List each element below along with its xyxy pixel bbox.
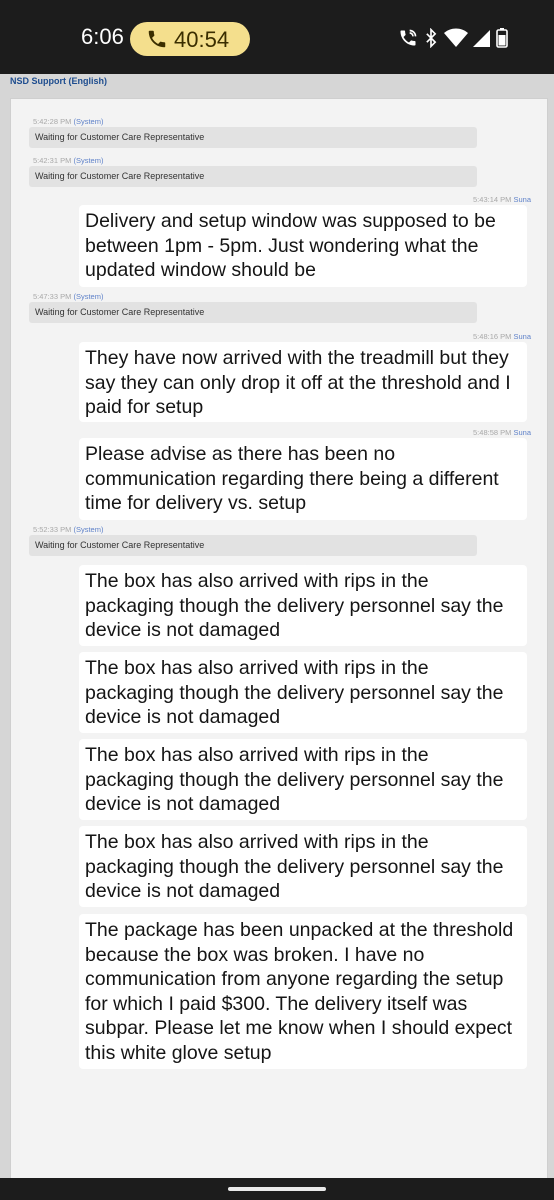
message-sender: (System) [73, 292, 104, 301]
home-gesture-handle[interactable] [228, 1187, 326, 1191]
message-meta: 5:48:58 PM Suna [473, 428, 531, 437]
customer-message: The box has also arrived with rips in th… [79, 826, 527, 907]
phone-icon [148, 30, 166, 48]
message-sender: (System) [73, 117, 104, 126]
system-message: Waiting for Customer Care Representative [29, 535, 477, 556]
message-sender: (System) [73, 156, 104, 165]
message-time: 5:47:33 PM [33, 292, 72, 301]
message-sender: Suna [513, 332, 531, 341]
battery-icon [496, 28, 508, 48]
call-timer: 40:54 [174, 27, 230, 52]
message-time: 5:43:14 PM [473, 195, 512, 204]
customer-message: They have now arrived with the treadmill… [79, 342, 527, 422]
message-time: 5:48:16 PM [473, 332, 512, 341]
system-message: Waiting for Customer Care Representative [29, 166, 477, 187]
customer-message: Delivery and setup window was supposed t… [79, 205, 527, 287]
status-bar: 6:06 40:54 [0, 0, 554, 74]
customer-message: Please advise as there has been no commu… [79, 438, 527, 520]
ongoing-call-chip[interactable]: 40:54 [130, 22, 250, 56]
customer-message: The box has also arrived with rips in th… [79, 739, 527, 820]
message-meta: 5:52:33 PM (System) [33, 525, 103, 534]
customer-message: The package has been unpacked at the thr… [79, 914, 527, 1069]
message-meta: 5:42:31 PM (System) [33, 156, 103, 165]
message-meta: 5:43:14 PM Suna [473, 195, 531, 204]
system-icons [398, 28, 518, 50]
customer-message: The box has also arrived with rips in th… [79, 652, 527, 733]
chat-title: NSD Support (English) [10, 76, 107, 86]
cell-signal-icon [473, 30, 490, 47]
wifi-icon [444, 28, 468, 47]
message-time: 5:42:28 PM [33, 117, 72, 126]
message-time: 5:48:58 PM [473, 428, 512, 437]
customer-message: The box has also arrived with rips in th… [79, 565, 527, 646]
message-sender: (System) [73, 525, 104, 534]
navigation-bar [0, 1178, 554, 1200]
chat-transcript[interactable]: 5:42:28 PM (System) Waiting for Customer… [10, 98, 548, 1179]
message-time: 5:52:33 PM [33, 525, 72, 534]
system-message: Waiting for Customer Care Representative [29, 302, 477, 323]
chat-app: NSD Support (English) 5:42:28 PM (System… [0, 74, 554, 1179]
clock: 6:06 [81, 24, 124, 49]
message-meta: 5:48:16 PM Suna [473, 332, 531, 341]
message-time: 5:42:31 PM [33, 156, 72, 165]
phone-call-icon [400, 29, 417, 46]
message-sender: Suna [513, 195, 531, 204]
system-message: Waiting for Customer Care Representative [29, 127, 477, 148]
message-meta: 5:42:28 PM (System) [33, 117, 103, 126]
bluetooth-icon [426, 28, 437, 48]
message-meta: 5:47:33 PM (System) [33, 292, 103, 301]
message-sender: Suna [513, 428, 531, 437]
